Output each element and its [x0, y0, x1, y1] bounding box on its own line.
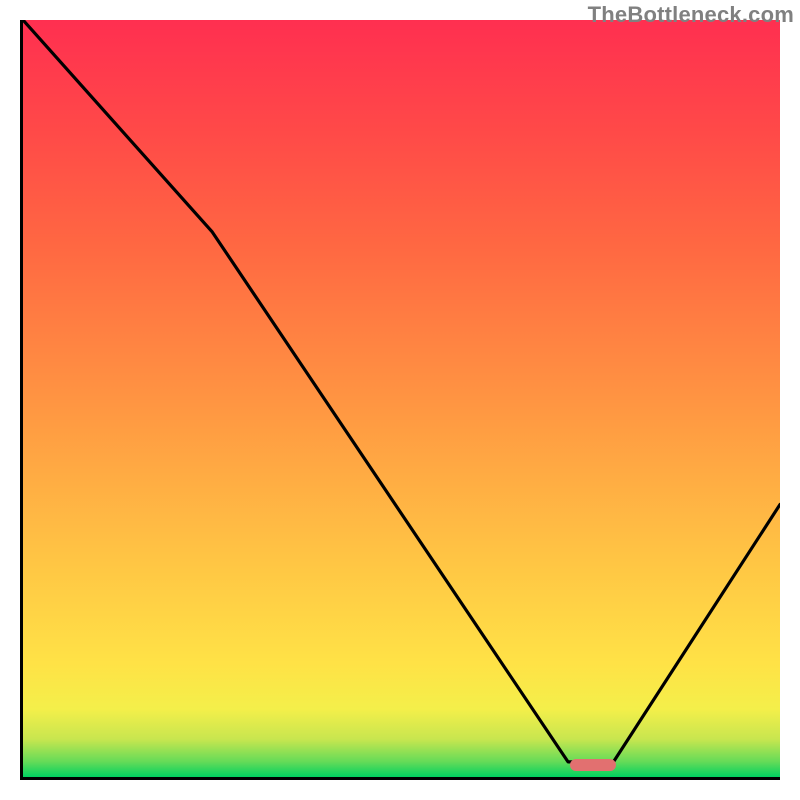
bottleneck-curve [23, 20, 780, 777]
plot-area [20, 20, 780, 780]
watermark-text: TheBottleneck.com [588, 2, 794, 28]
optimal-range-marker [570, 759, 616, 771]
chart-frame: TheBottleneck.com [0, 0, 800, 800]
